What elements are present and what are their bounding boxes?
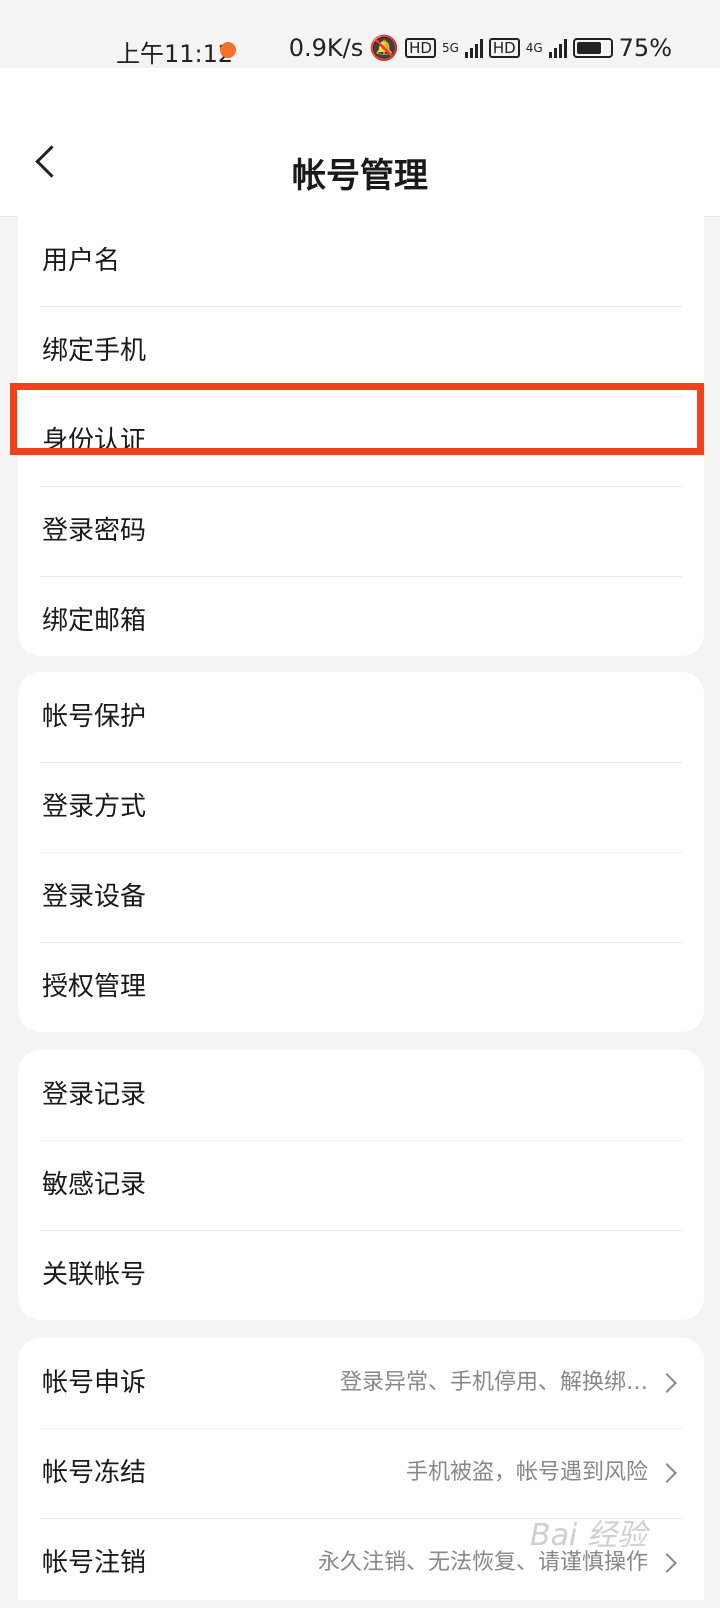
signal-type-4g: 4G (525, 41, 543, 55)
row-account-protection[interactable]: 帐号保护 (18, 672, 704, 762)
signal-bars-icon-2 (548, 38, 567, 58)
row-label: 帐号保护 (42, 702, 147, 732)
row-label: 授权管理 (42, 972, 147, 1002)
row-hint: 手机被盗，帐号遇到风险 (405, 1460, 648, 1485)
row-authorization[interactable]: 授权管理 (18, 942, 704, 1032)
row-linked-accounts[interactable]: 关联帐号 (18, 1230, 704, 1320)
signal-type-5g: 5G (441, 41, 459, 55)
battery-percent: 75% (618, 34, 672, 62)
highlight-box (10, 383, 704, 455)
row-username[interactable]: 用户名 (18, 216, 704, 306)
row-label: 帐号冻结 (42, 1458, 147, 1488)
status-bar: 上午11:12 0.9K/s 🔕 HD 5G HD 4G 75% (0, 0, 720, 68)
row-label: 登录记录 (42, 1080, 147, 1110)
row-label: 登录设备 (42, 882, 147, 912)
row-sensitive-records[interactable]: 敏感记录 (18, 1140, 704, 1230)
row-label: 帐号申诉 (42, 1368, 147, 1398)
row-label: 帐号注销 (42, 1548, 147, 1578)
hd-icon-2: HD (488, 38, 520, 58)
status-indicators: 0.9K/s 🔕 HD 5G HD 4G 75% (289, 34, 672, 62)
net-speed: 0.9K/s (288, 34, 364, 62)
watermark: Bai 经验 (530, 1518, 647, 1553)
notification-dot-icon (220, 42, 236, 58)
battery-icon (572, 38, 613, 58)
row-login-password[interactable]: 登录密码 (18, 486, 704, 576)
row-label: 用户名 (42, 246, 121, 276)
chevron-right-icon (657, 1553, 677, 1573)
security-group: 帐号保护 登录方式 登录设备 授权管理 (18, 672, 704, 1032)
row-label: 关联帐号 (42, 1260, 147, 1290)
hd-icon: HD (405, 38, 436, 58)
row-account-freeze[interactable]: 帐号冻结 手机被盗，帐号遇到风险 (18, 1428, 704, 1518)
chevron-right-icon (657, 1463, 677, 1483)
row-login-method[interactable]: 登录方式 (18, 762, 704, 852)
row-label: 登录密码 (42, 516, 147, 546)
nav-header: 帐号管理 (0, 68, 720, 217)
row-account-appeal[interactable]: 帐号申诉 登录异常、手机停用、解换绑… (18, 1338, 704, 1428)
row-hint: 登录异常、手机停用、解换绑… (339, 1370, 648, 1395)
row-login-devices[interactable]: 登录设备 (18, 852, 704, 942)
status-time: 上午11:12 (116, 40, 234, 68)
page-title: 帐号管理 (292, 156, 428, 196)
records-group: 登录记录 敏感记录 关联帐号 (18, 1050, 704, 1320)
signal-bars-icon (464, 38, 483, 58)
row-label: 绑定邮箱 (42, 606, 147, 636)
account-actions-group: 帐号申诉 登录异常、手机停用、解换绑… 帐号冻结 手机被盗，帐号遇到风险 帐号注… (18, 1338, 704, 1600)
mute-bell-icon: 🔕 (369, 34, 400, 62)
row-bind-email[interactable]: 绑定邮箱 (18, 576, 704, 666)
chevron-right-icon (657, 1373, 677, 1393)
row-label: 登录方式 (42, 792, 147, 822)
row-label: 敏感记录 (42, 1170, 147, 1200)
row-login-records[interactable]: 登录记录 (18, 1050, 704, 1140)
